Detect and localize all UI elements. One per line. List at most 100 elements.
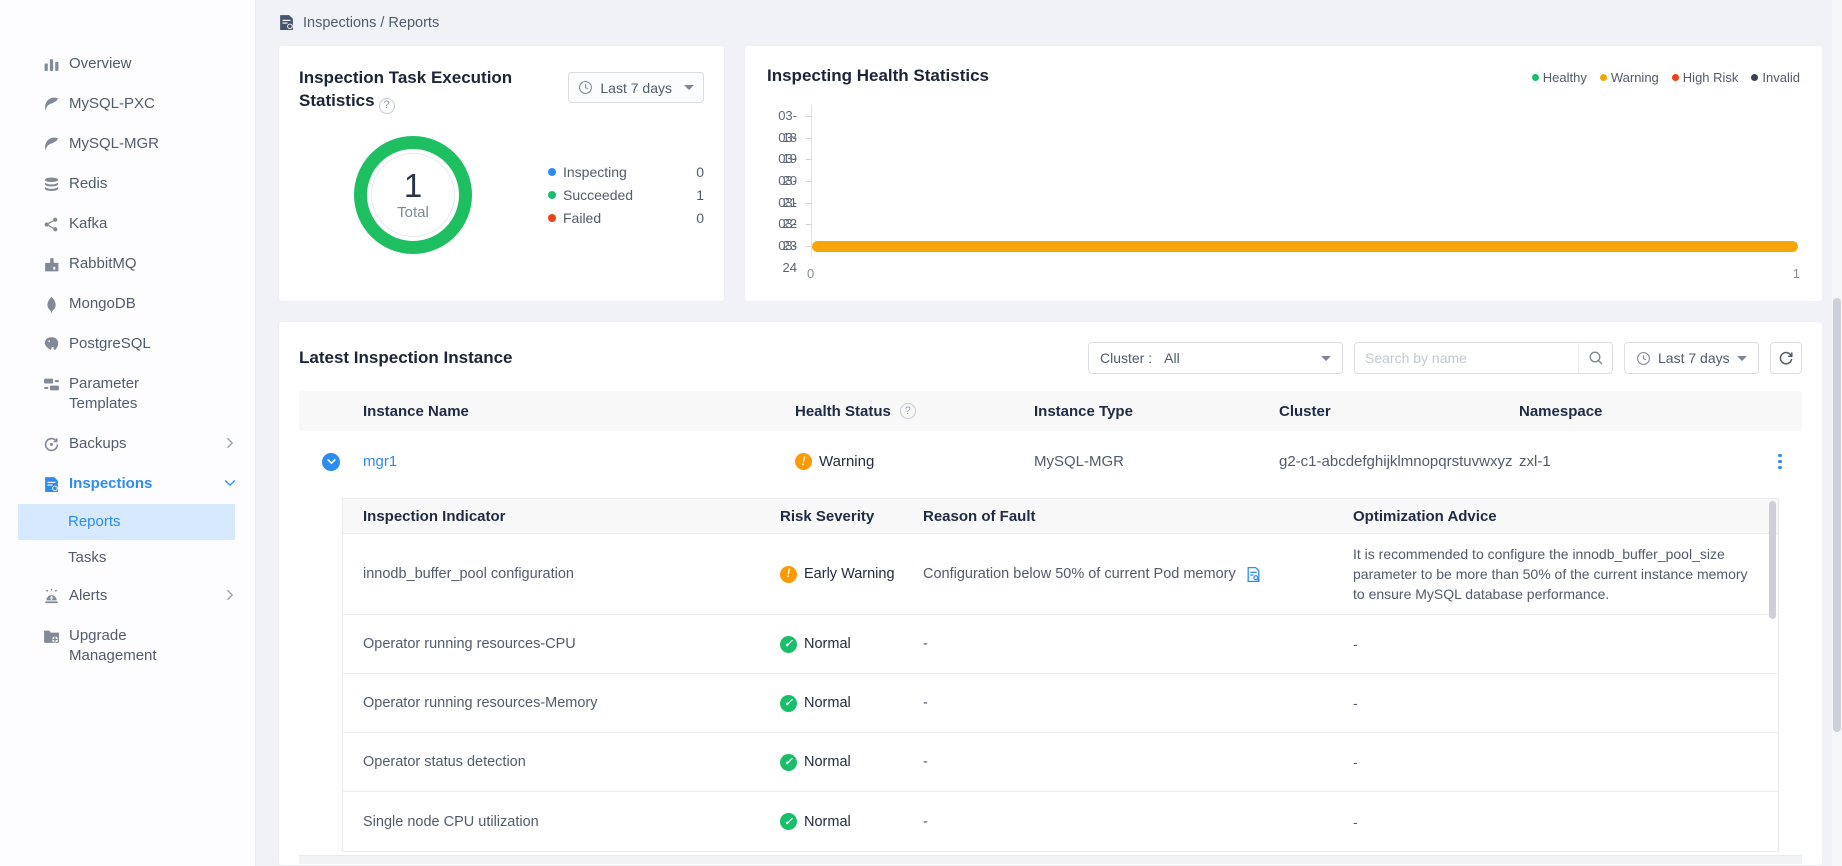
upgrade-folder-icon bbox=[42, 627, 60, 645]
warning-icon bbox=[780, 566, 797, 583]
page-scrollbar[interactable] bbox=[1832, 0, 1842, 866]
sidebar-item-mongodb[interactable]: MongoDB bbox=[0, 284, 255, 324]
view-report-icon[interactable] bbox=[1245, 566, 1262, 583]
sidebar-item-rabbitmq[interactable]: RabbitMQ bbox=[0, 244, 255, 284]
search-input-wrap bbox=[1354, 342, 1613, 374]
legend-dot bbox=[1532, 74, 1539, 81]
legend-dot bbox=[548, 191, 556, 199]
legend-item-inspecting: Inspecting 0 bbox=[548, 160, 704, 183]
reason-cell: Configuration below 50% of current Pod m… bbox=[923, 566, 1353, 583]
sidebar-item-mysql-pxc[interactable]: MySQL-PXC bbox=[0, 84, 255, 124]
sidebar-item-upgrade-management[interactable]: Upgrade Management bbox=[0, 616, 255, 676]
sidebar-item-redis[interactable]: Redis bbox=[0, 164, 255, 204]
search-input[interactable] bbox=[1355, 350, 1578, 366]
y-tick-label: 03-21 bbox=[767, 170, 811, 192]
sidebar-item-kafka[interactable]: Kafka bbox=[0, 204, 255, 244]
legend-item-invalid: Invalid bbox=[1751, 70, 1800, 85]
sidebar-item-tasks[interactable]: Tasks bbox=[18, 540, 235, 576]
clock-icon bbox=[1636, 351, 1651, 366]
help-icon[interactable]: ? bbox=[379, 98, 395, 114]
detail-table-scrollbar-thumb[interactable] bbox=[1769, 501, 1776, 619]
detail-table-body: innodb_buffer_pool configuration Early W… bbox=[343, 534, 1778, 851]
main-content: Inspections / Reports Inspection Task Ex… bbox=[256, 0, 1842, 866]
chevron-down-icon bbox=[1321, 356, 1331, 361]
collapse-row-button[interactable] bbox=[322, 453, 340, 471]
indicator-cell: innodb_buffer_pool configuration bbox=[363, 566, 780, 582]
date-range-select[interactable]: Last 7 days bbox=[568, 72, 704, 103]
sidebar-item-overview[interactable]: Overview bbox=[0, 44, 255, 84]
sidebar-item-label: RabbitMQ bbox=[69, 254, 137, 274]
sidebar-item-label: Alerts bbox=[69, 586, 107, 606]
indicator-cell: Single node CPU utilization bbox=[363, 814, 780, 830]
chart-x-axis-labels: 0 1 bbox=[811, 266, 1800, 281]
advice-cell: It is recommended to configure the innod… bbox=[1353, 534, 1778, 614]
row-actions-menu[interactable] bbox=[1770, 454, 1790, 470]
sidebar-item-label: MySQL-MGR bbox=[69, 134, 159, 154]
donut-total-label: Total bbox=[397, 204, 429, 221]
mongodb-leaf-icon bbox=[42, 295, 60, 313]
app-root: Overview MySQL-PXC MySQL-MGR RedisKafka Rabb… bbox=[0, 0, 1842, 866]
sidebar-item-parameter-templates[interactable]: Parameter Templates bbox=[0, 364, 255, 424]
sidebar-item-inspections[interactable]: Inspections bbox=[0, 464, 255, 504]
chevron-down-icon bbox=[1737, 356, 1747, 361]
kafka-nodes-icon bbox=[42, 215, 60, 233]
sidebar-item-label: Overview bbox=[69, 54, 132, 74]
page-scrollbar-thumb[interactable] bbox=[1833, 298, 1841, 732]
dolphin-icon bbox=[42, 135, 60, 153]
sidebar-item-backups[interactable]: Backups bbox=[0, 424, 255, 464]
legend-label: Invalid bbox=[1762, 70, 1800, 85]
task-stats-title: Inspection Task Execution Statistics? bbox=[299, 66, 531, 114]
health-bar-chart: 03-1803-1903-2003-2103-2203-2303-24 bbox=[767, 105, 1800, 257]
breadcrumb-text: Inspections / Reports bbox=[303, 15, 439, 31]
latest-inspection-title: Latest Inspection Instance bbox=[299, 348, 513, 368]
cluster-cell: g2-c1-abcdefghijklmnopqrstuvwxyz bbox=[1279, 453, 1519, 470]
health-stats-title: Inspecting Health Statistics bbox=[767, 66, 989, 86]
legend-item-warning: Warning bbox=[1600, 70, 1659, 85]
table-date-range-select[interactable]: Last 7 days bbox=[1624, 342, 1759, 374]
legend-dot bbox=[548, 168, 556, 176]
normal-icon bbox=[780, 754, 797, 771]
sidebar-item-alerts[interactable]: Alerts bbox=[0, 576, 255, 616]
sidebar-item-label: Parameter Templates bbox=[69, 374, 187, 414]
advice-cell: - bbox=[1353, 624, 1778, 664]
column-header-instance-name: Instance Name bbox=[363, 403, 795, 420]
y-tick-label: 03-20 bbox=[767, 148, 811, 170]
breadcrumb[interactable]: Inspections / Reports bbox=[278, 0, 1823, 45]
instance-type-cell: MySQL-MGR bbox=[1034, 453, 1279, 470]
normal-icon bbox=[780, 636, 797, 653]
parameter-templates-icon bbox=[42, 375, 60, 393]
reason-cell: - bbox=[923, 695, 1353, 711]
y-tick-label: 03-18 bbox=[767, 105, 811, 127]
bar-warning-03-24 bbox=[812, 241, 1798, 252]
legend-value: 0 bbox=[696, 164, 704, 180]
sidebar-item-label: Backups bbox=[69, 434, 127, 454]
backup-restore-icon bbox=[42, 435, 60, 453]
cluster-select[interactable]: Cluster : All bbox=[1088, 342, 1343, 374]
advice-cell: - bbox=[1353, 742, 1778, 782]
column-header-reason-of-fault: Reason of Fault bbox=[923, 508, 1353, 525]
legend-label: Failed bbox=[563, 210, 601, 226]
column-header-risk-severity: Risk Severity bbox=[780, 508, 923, 525]
sidebar-item-label: Upgrade Management bbox=[69, 626, 187, 666]
column-header-namespace: Namespace bbox=[1519, 403, 1758, 420]
sidebar-item-mysql-mgr[interactable]: MySQL-MGR bbox=[0, 124, 255, 164]
sidebar-item-label: PostgreSQL bbox=[69, 334, 151, 354]
column-header-inspection-indicator: Inspection Indicator bbox=[363, 508, 780, 525]
stats-cards-row: Inspection Task Execution Statistics? La… bbox=[278, 45, 1823, 302]
task-stats-legend: Inspecting0Succeeded1Failed0 bbox=[548, 160, 704, 229]
legend-label: Inspecting bbox=[563, 164, 627, 180]
legend-label: Warning bbox=[1611, 70, 1659, 85]
dolphin-icon bbox=[42, 95, 60, 113]
instance-name-link[interactable]: mgr1 bbox=[363, 453, 397, 470]
chevron-down-icon bbox=[223, 476, 237, 494]
sidebar-item-postgresql[interactable]: PostgreSQL bbox=[0, 324, 255, 364]
task-stats-card: Inspection Task Execution Statistics? La… bbox=[278, 45, 725, 302]
column-header-health-status: Health Status? bbox=[795, 403, 1034, 420]
risk-severity-badge: Normal bbox=[780, 754, 923, 771]
inspection-doc-icon bbox=[42, 475, 60, 493]
sidebar-item-reports[interactable]: Reports bbox=[18, 504, 235, 540]
search-icon[interactable] bbox=[1578, 343, 1612, 373]
help-icon[interactable]: ? bbox=[900, 403, 916, 419]
bar-chart-icon bbox=[42, 55, 60, 73]
refresh-button[interactable] bbox=[1770, 342, 1802, 374]
